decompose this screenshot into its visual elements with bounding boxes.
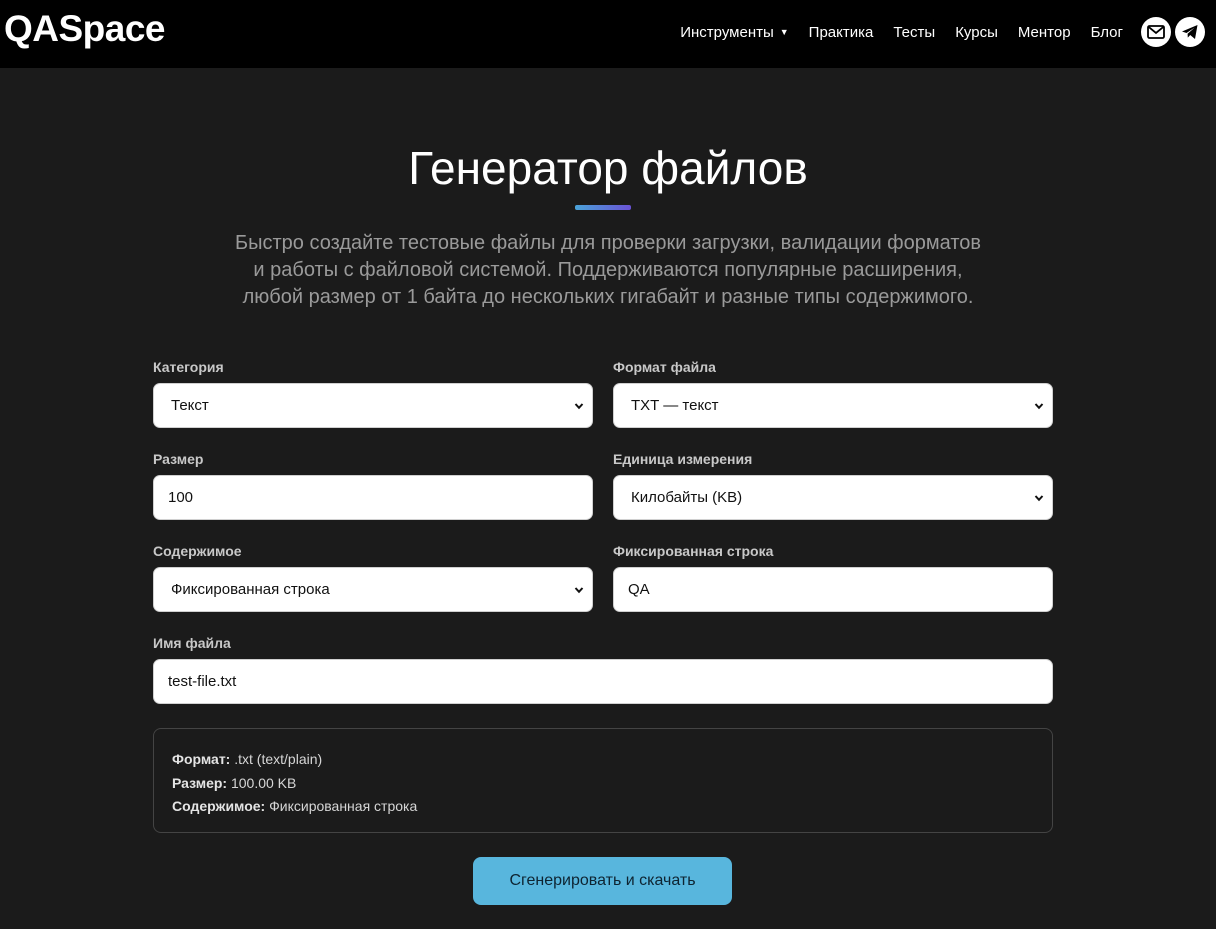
- summary-content-value: Фиксированная строка: [265, 798, 418, 814]
- unit-label: Единица измерения: [613, 451, 753, 467]
- nav-blog[interactable]: Блог: [1091, 24, 1123, 41]
- mail-icon[interactable]: [1141, 17, 1171, 47]
- title-underline: [575, 205, 631, 210]
- size-label: Размер: [153, 451, 204, 467]
- chevron-down-icon: [574, 402, 584, 409]
- summary-format: Формат: .txt (text/plain): [172, 748, 1034, 772]
- summary-format-value: .txt (text/plain): [230, 751, 323, 767]
- chevron-down-icon: [574, 586, 584, 593]
- filename-label: Имя файла: [153, 635, 231, 651]
- nav-mentor[interactable]: Ментор: [1018, 24, 1071, 41]
- telegram-icon[interactable]: [1175, 17, 1205, 47]
- main-nav: Инструменты ▼ Практика Тесты Курсы Менто…: [680, 16, 1205, 48]
- page-description: Быстро создайте тестовые файлы для прове…: [158, 230, 1058, 311]
- fixed-string-value: QA: [628, 581, 650, 598]
- fixed-string-label: Фиксированная строка: [613, 543, 774, 559]
- site-logo[interactable]: QASpace: [4, 8, 166, 50]
- summary-size-label: Размер:: [172, 774, 228, 791]
- summary-size: Размер: 100.00 KB: [172, 772, 1034, 796]
- size-input[interactable]: 100: [153, 475, 593, 520]
- description-line: любой размер от 1 байта до нескольких ги…: [242, 286, 974, 308]
- nav-practice[interactable]: Практика: [809, 24, 874, 41]
- content-select[interactable]: Фиксированная строка: [153, 567, 593, 612]
- category-value: Текст: [171, 397, 209, 414]
- fixed-string-input[interactable]: QA: [613, 567, 1053, 612]
- category-label: Категория: [153, 359, 224, 375]
- chevron-down-icon: [1034, 494, 1044, 501]
- nav-tools-label: Инструменты: [680, 23, 774, 41]
- content-label: Содержимое: [153, 543, 242, 559]
- nav-courses[interactable]: Курсы: [955, 24, 998, 41]
- description-line: и работы с файловой системой. Поддержива…: [253, 259, 963, 281]
- format-select[interactable]: TXT — текст: [613, 383, 1053, 428]
- summary-content-label: Содержимое:: [172, 798, 266, 814]
- summary-content: Содержимое: Фиксированная строка: [172, 795, 1034, 819]
- format-value: TXT — текст: [631, 397, 719, 414]
- top-navbar: QASpace Инструменты ▼ Практика Тесты Кур…: [0, 0, 1216, 68]
- generate-download-button[interactable]: Сгенерировать и скачать: [473, 857, 732, 905]
- summary-size-value: 100.00 KB: [227, 774, 297, 791]
- format-label: Формат файла: [613, 359, 716, 375]
- description-line: Быстро создайте тестовые файлы для прове…: [235, 232, 981, 254]
- page-title: Генератор файлов: [408, 142, 808, 194]
- content-value: Фиксированная строка: [171, 581, 330, 598]
- unit-value: Килобайты (KB): [631, 489, 743, 506]
- summary-format-label: Формат:: [172, 751, 231, 767]
- filename-value: test-file.txt: [168, 673, 237, 690]
- category-select[interactable]: Текст: [153, 383, 593, 428]
- unit-select[interactable]: Килобайты (KB): [613, 475, 1053, 520]
- nav-tests[interactable]: Тесты: [893, 24, 935, 41]
- chevron-down-icon: [1034, 402, 1044, 409]
- file-summary-box: Формат: .txt (text/plain) Размер: 100.00…: [153, 728, 1053, 833]
- size-value: 100: [168, 489, 194, 506]
- filename-input[interactable]: test-file.txt: [153, 659, 1053, 704]
- nav-tools[interactable]: Инструменты ▼: [680, 24, 788, 41]
- caret-down-icon: ▼: [779, 27, 789, 37]
